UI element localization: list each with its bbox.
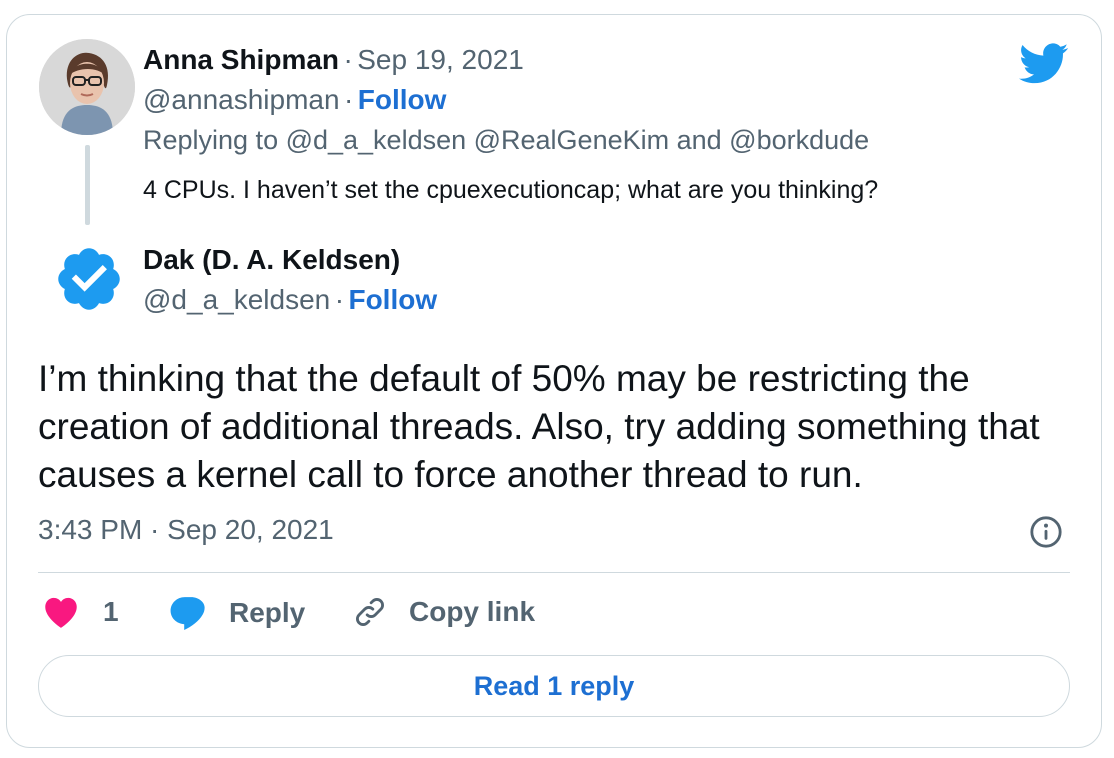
verified-badge-icon[interactable] <box>53 243 125 315</box>
tweet-author-name-row: Dak (D. A. Keldsen) <box>143 243 400 282</box>
tweet-text: I’m thinking that the default of 50% may… <box>38 358 1040 495</box>
tweet-timestamp[interactable]: 3:43 PM · Sep 20, 2021 <box>38 513 334 547</box>
thread-connector-line <box>85 145 90 225</box>
tweet-handle[interactable]: @d_a_keldsen <box>143 284 330 315</box>
parent-header: Anna Shipman · Sep 19, 2021 <box>143 43 524 82</box>
parent-follow-link[interactable]: Follow <box>358 84 447 115</box>
parent-handle[interactable]: @annashipman <box>143 84 340 115</box>
parent-author-name[interactable]: Anna Shipman <box>143 44 339 75</box>
reply-label: Reply <box>229 597 306 628</box>
link-icon <box>356 598 384 626</box>
heart-icon <box>45 597 77 628</box>
tweet-handle-row: @d_a_keldsen · Follow <box>143 283 437 322</box>
separator: · <box>343 44 353 75</box>
reply-bubble-icon <box>170 597 205 630</box>
twitter-bird-icon[interactable] <box>1019 43 1069 85</box>
parent-avatar[interactable] <box>39 39 135 135</box>
separator: · <box>334 284 345 315</box>
info-icon[interactable] <box>1029 515 1063 549</box>
tweet-card: Anna Shipman · Sep 19, 2021 @annashipman… <box>6 14 1102 748</box>
copy-link-label: Copy link <box>409 596 536 627</box>
tweet-follow-link[interactable]: Follow <box>348 284 437 315</box>
reply-button[interactable]: Reply <box>169 595 305 631</box>
divider <box>38 572 1070 573</box>
like-button[interactable]: 1 <box>43 595 119 629</box>
read-replies-button[interactable]: Read 1 reply <box>38 655 1070 717</box>
parent-text: 4 CPUs. I haven’t set the cpuexecutionca… <box>143 176 879 204</box>
separator: · <box>344 84 354 115</box>
like-count: 1 <box>103 596 119 627</box>
avatar-photo <box>39 39 135 135</box>
replying-to[interactable]: Replying to @d_a_keldsen @RealGeneKim an… <box>143 123 869 157</box>
parent-date[interactable]: Sep 19, 2021 <box>357 44 524 75</box>
copy-link-button[interactable]: Copy link <box>353 595 535 629</box>
parent-handle-row: @annashipman · Follow <box>143 83 446 122</box>
tweet-author-name[interactable]: Dak (D. A. Keldsen) <box>143 244 400 275</box>
